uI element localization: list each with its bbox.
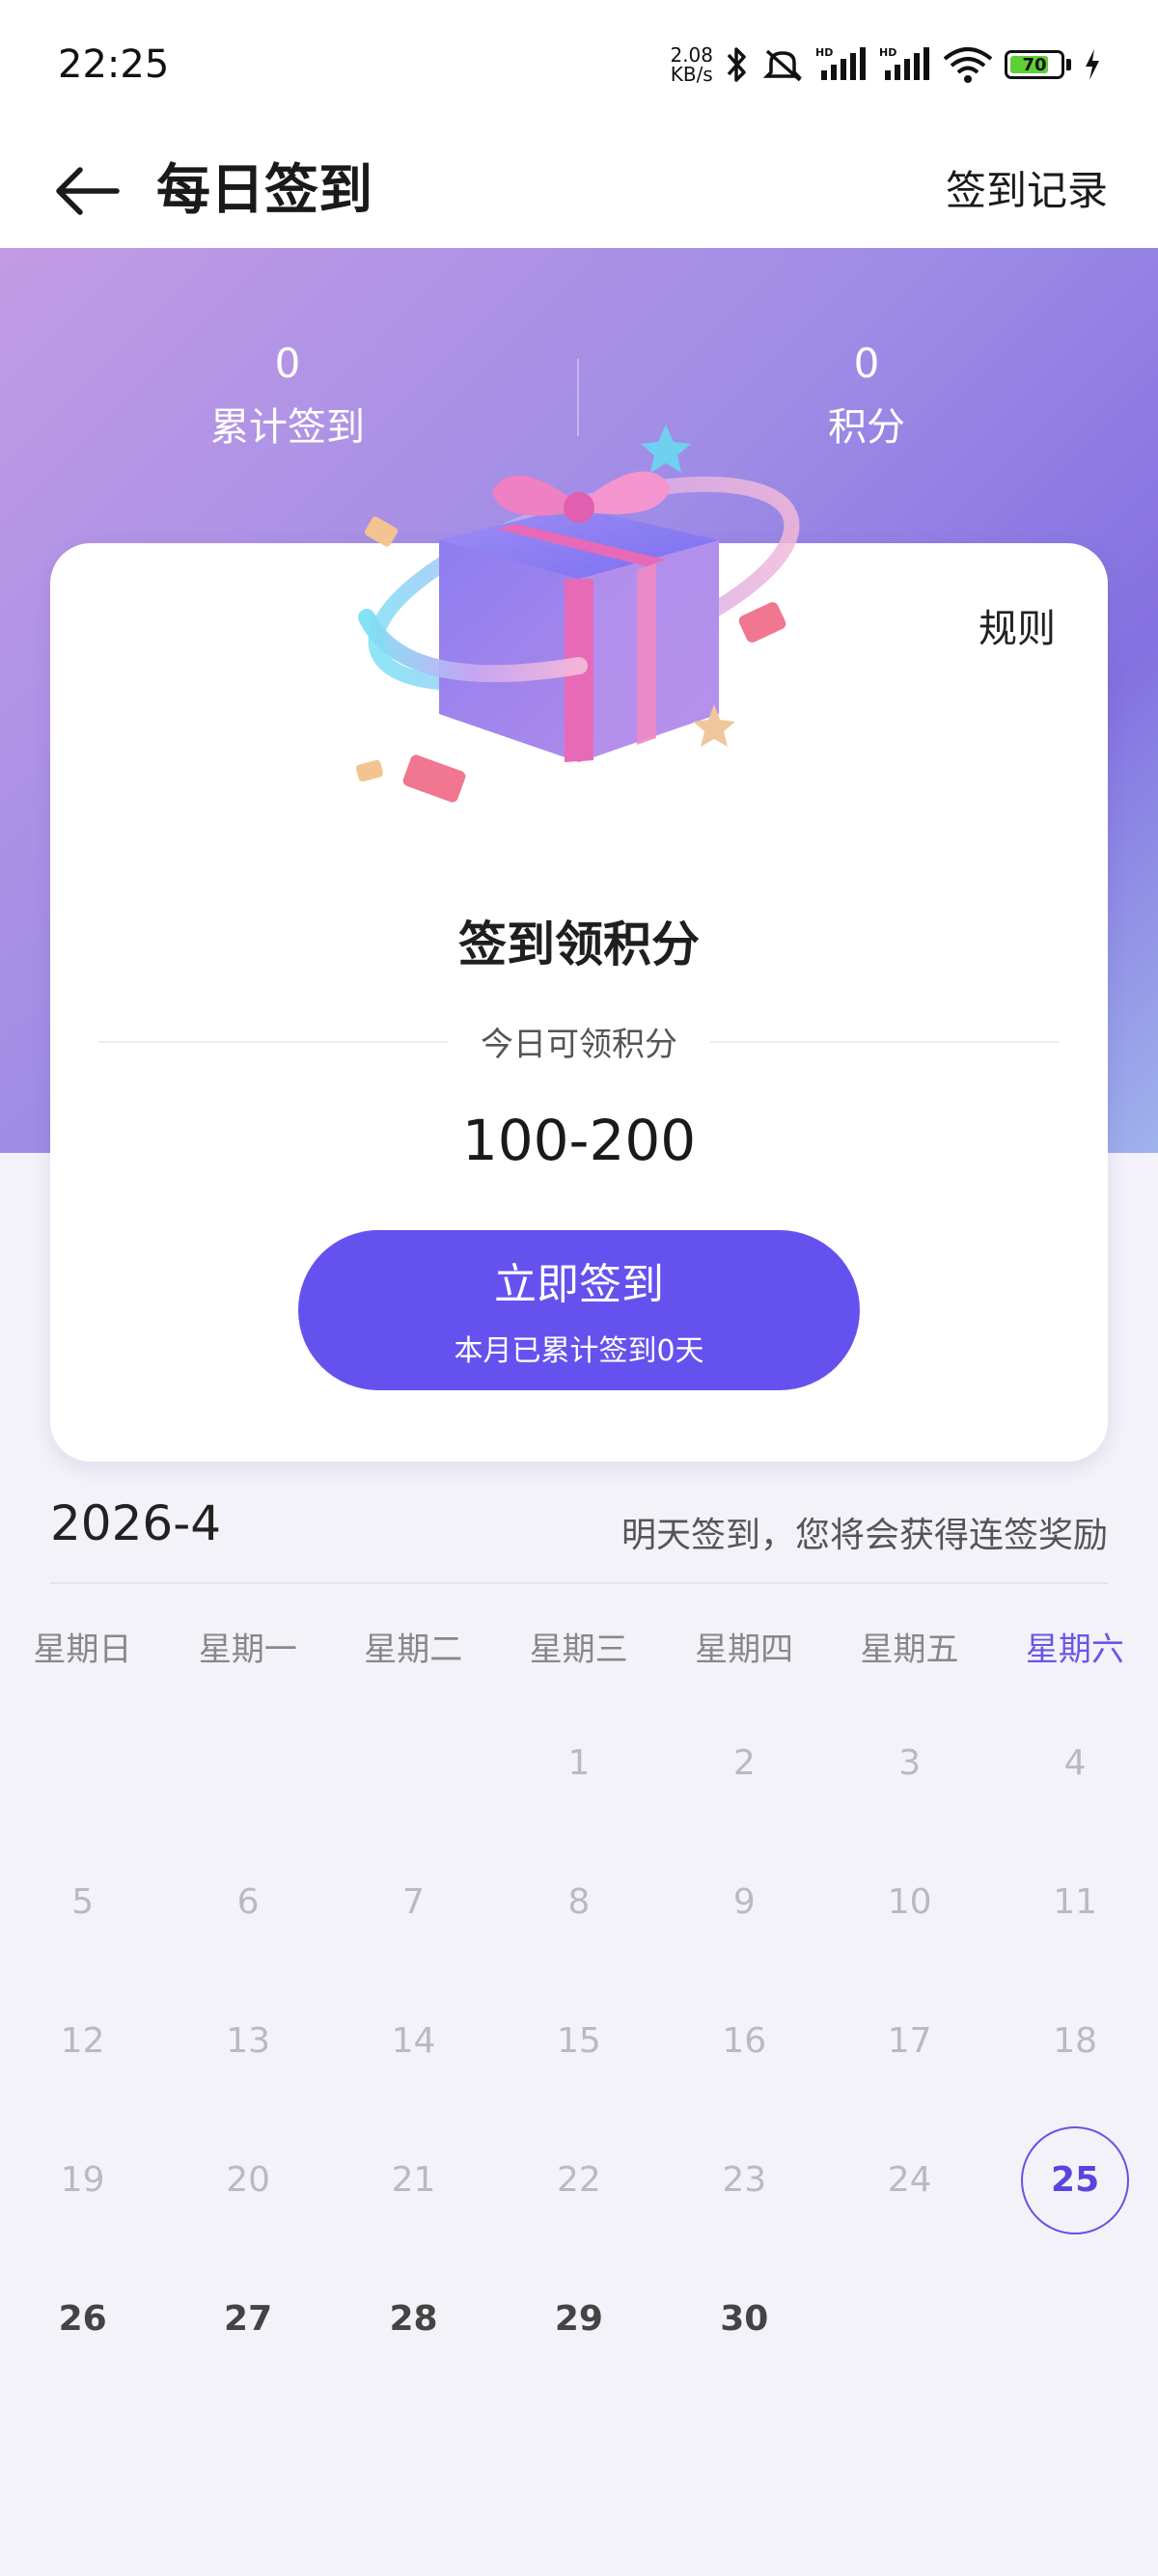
back-button[interactable]: [48, 152, 125, 230]
calendar-header: 2026-4 明天签到，您将会获得连签奖励: [50, 1495, 1108, 1582]
calendar-month: 2026-4: [50, 1495, 222, 1551]
calendar-day[interactable]: 17: [852, 1984, 968, 2099]
card-title: 签到领积分: [458, 917, 700, 973]
svg-text:HD: HD: [879, 46, 896, 59]
total-signin-value: 0: [274, 340, 301, 387]
calendar-day[interactable]: 4: [1017, 1706, 1133, 1822]
points-range: 100-200: [461, 1108, 697, 1173]
calendar-day[interactable]: 3: [852, 1706, 968, 1822]
calendar-day[interactable]: 9: [686, 1845, 802, 1960]
calendar-day[interactable]: 1: [521, 1706, 637, 1822]
calendar-day[interactable]: 5: [25, 1845, 141, 1960]
weekday-row: 星期日 星期一 星期二 星期三 星期四 星期五 星期六: [0, 1623, 1158, 1681]
calendar-day[interactable]: 20: [190, 2123, 306, 2238]
calendar-day[interactable]: 10: [852, 1845, 968, 1960]
calendar-day[interactable]: 8: [521, 1845, 637, 1960]
status-time: 22:25: [58, 42, 170, 87]
divider-line: [710, 1040, 1060, 1043]
calendar-day[interactable]: 29: [521, 2261, 637, 2377]
signin-now-button[interactable]: 立即签到 本月已累计签到0天: [298, 1230, 860, 1390]
svg-text:HD: HD: [815, 46, 833, 59]
signin-button-subtext: 本月已累计签到0天: [454, 1334, 704, 1368]
calendar-day[interactable]: 6: [190, 1845, 306, 1960]
status-icons: 2.08 KB/s HD HD 70: [670, 41, 1102, 89]
weekday-label: 星期一: [198, 1631, 297, 1669]
calendar-day[interactable]: 7: [356, 1845, 472, 1960]
calendar-day[interactable]: 2: [686, 1706, 802, 1822]
calendar-day[interactable]: 23: [686, 2123, 802, 2238]
calendar-day[interactable]: 22: [521, 2123, 637, 2238]
page-title: 每日签到: [156, 159, 372, 222]
status-bar: 22:25 2.08 KB/s HD HD 70: [0, 0, 1158, 135]
points-value: 0: [853, 340, 880, 387]
app-header: 每日签到 签到记录: [0, 135, 1158, 248]
calendar-hint: 明天签到，您将会获得连签奖励: [620, 1516, 1108, 1555]
today-points-subtitle-row: 今日可领积分: [98, 1018, 1060, 1065]
calendar-day[interactable]: 14: [356, 1984, 472, 2099]
network-speed-value: 2.08: [670, 43, 713, 67]
rules-link[interactable]: 规则: [979, 597, 1056, 653]
calendar-day-today[interactable]: 25: [1017, 2123, 1133, 2238]
calendar-day[interactable]: 16: [686, 1984, 802, 2099]
daily-signin-page: 22:25 2.08 KB/s HD HD 70 每日签到 签到记录 0 累计签…: [0, 0, 1158, 2576]
calendar-day[interactable]: 28: [356, 2261, 472, 2377]
battery-level: 70: [1022, 54, 1047, 75]
weekday-label: 星期二: [364, 1631, 463, 1669]
bluetooth-icon: [725, 45, 750, 84]
calendar-day[interactable]: 24: [852, 2123, 968, 2238]
calendar-day[interactable]: 30: [686, 2261, 802, 2377]
signin-record-link[interactable]: 签到记录: [946, 158, 1108, 217]
calendar-divider: [50, 1582, 1108, 1584]
calendar-day[interactable]: 19: [25, 2123, 141, 2238]
calendar-day[interactable]: 27: [190, 2261, 306, 2377]
calendar-day[interactable]: 18: [1017, 1984, 1133, 2099]
hd-signal-icon: HD: [815, 45, 868, 84]
calendar-day[interactable]: 26: [25, 2261, 141, 2377]
signin-button-label: 立即签到: [494, 1260, 664, 1309]
weekday-label: 星期三: [529, 1631, 628, 1669]
calendar-day[interactable]: 15: [521, 1984, 637, 2099]
weekday-label: 星期五: [860, 1631, 959, 1669]
calendar-grid: 1 2 3 4 5 6 7 8 9 10 11 12 13 14 15 16 17 18 19 20 21 22 23 24 2…: [0, 1715, 1158, 2410]
calendar-day[interactable]: 13: [190, 1984, 306, 2099]
network-speed: 2.08 KB/s: [670, 45, 713, 84]
weekday-label: 星期日: [33, 1631, 132, 1669]
network-speed-unit: KB/s: [670, 63, 713, 86]
arrow-left-icon: [56, 167, 120, 215]
gift-box-icon: [356, 425, 800, 803]
today-points-subtitle: 今日可领积分: [481, 1026, 677, 1064]
calendar-day[interactable]: 21: [356, 2123, 472, 2238]
weekday-label: 星期四: [695, 1631, 794, 1669]
divider-line: [98, 1040, 448, 1043]
weekday-label: 星期六: [1025, 1631, 1124, 1669]
calendar-day[interactable]: 11: [1017, 1845, 1133, 1960]
calendar-day[interactable]: 12: [25, 1984, 141, 2099]
charging-icon: [1083, 45, 1102, 84]
wifi-icon: [943, 45, 993, 84]
hd-signal-icon: HD: [879, 45, 931, 84]
battery-icon: 70: [1005, 50, 1071, 79]
mute-icon: [761, 45, 804, 84]
